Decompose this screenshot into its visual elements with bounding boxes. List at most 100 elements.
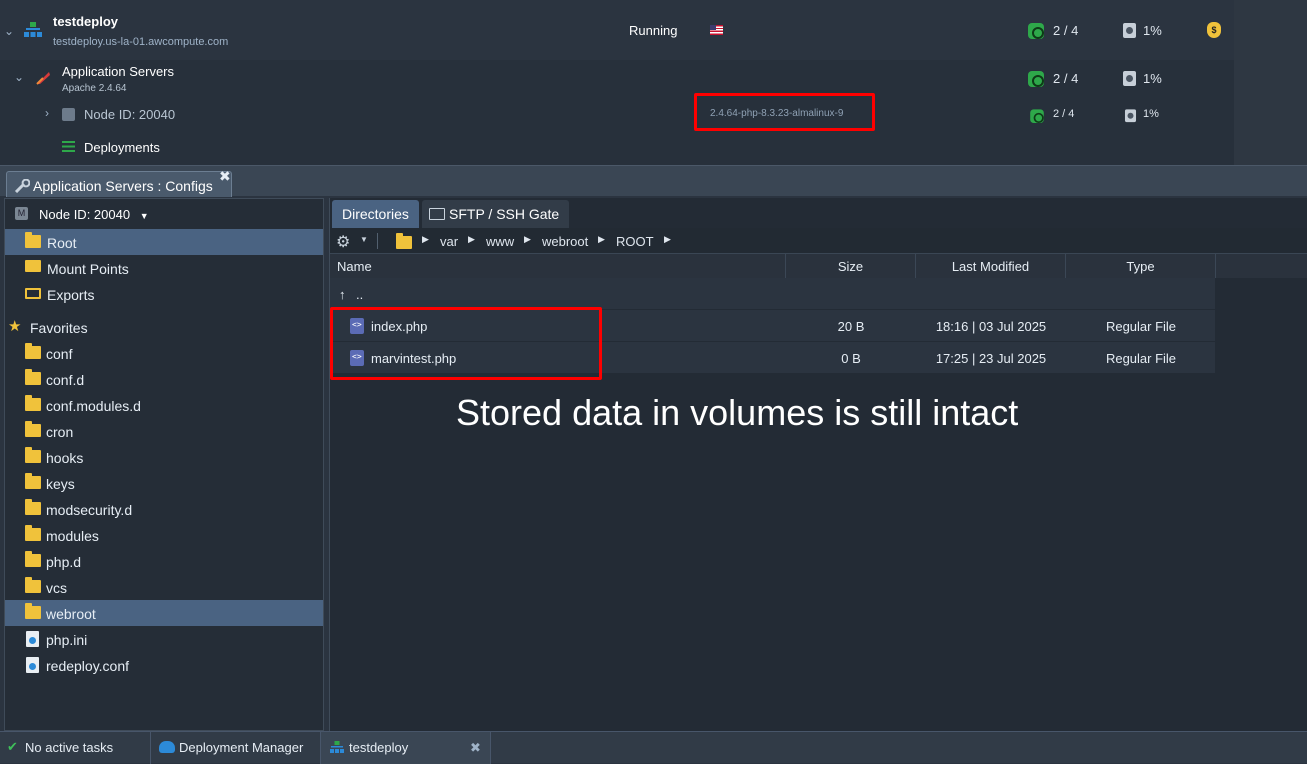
node-group-row[interactable]: ⌄ Application Servers Apache 2.4.64 2 / … xyxy=(0,60,1234,98)
folder-icon xyxy=(25,499,41,515)
cell-modified: 17:25 | 23 Jul 2025 xyxy=(935,351,1047,366)
tab-sftp-ssh-gate[interactable]: SFTP / SSH Gate xyxy=(422,200,570,228)
sidebar-item-exports[interactable]: Exports xyxy=(5,281,323,307)
breadcrumb: ⚙ ▼ ▶ var ▶ www ▶ webroot ▶ ROOT ▶ xyxy=(330,228,1307,254)
chevron-down-icon[interactable]: ⌄ xyxy=(14,70,24,84)
node-row[interactable]: › Node ID: 20040 2.4.64-php-8.3.23-almal… xyxy=(0,98,1234,132)
environment-domain[interactable]: testdeploy.us-la-01.awcompute.com xyxy=(53,36,228,48)
node-selector-label: Node ID: 20040 xyxy=(39,207,131,222)
sidebar-item-cron[interactable]: cron xyxy=(5,418,323,444)
tab-testdeploy-label: testdeploy xyxy=(349,740,409,755)
sidebar-item-label: conf xyxy=(46,346,73,362)
favorites-header[interactable]: ★ Favorites xyxy=(5,314,323,340)
environment-panel: ⌄ testdeploy testdeploy.us-la-01.awcompu… xyxy=(0,0,1307,165)
sidebar-item-label: conf.modules.d xyxy=(46,398,141,414)
group-version: Apache 2.4.64 xyxy=(62,83,127,94)
cloudlets-value: 2 / 4 xyxy=(1053,23,1079,38)
cell-size: 0 B xyxy=(841,351,861,366)
sidebar-item-modsecurity-d[interactable]: modsecurity.d xyxy=(5,496,323,522)
group-name[interactable]: Application Servers xyxy=(62,64,174,79)
crumb-var[interactable]: var xyxy=(440,234,458,249)
sidebar-item-hooks[interactable]: hooks xyxy=(5,444,323,470)
mount-icon xyxy=(25,260,41,272)
cloudlets-icon xyxy=(1028,71,1044,90)
tasks-label: No active tasks xyxy=(25,740,114,755)
sidebar-item-conf-modules-d[interactable]: conf.modules.d xyxy=(5,392,323,418)
column-name[interactable]: Name xyxy=(330,254,786,278)
config-sidebar: M Node ID: 20040 ▼ Root Mount Points Expor… xyxy=(4,198,324,731)
parent-label: .. xyxy=(356,287,364,302)
tasks-indicator[interactable]: ✔ No active tasks xyxy=(0,732,151,764)
sidebar-item-modules[interactable]: modules xyxy=(5,522,323,548)
highlight-box xyxy=(694,93,875,131)
status-bar: ✔ No active tasks Deployment Manager tes… xyxy=(0,731,1307,764)
cloudlets-value: 2 / 4 xyxy=(1053,71,1079,86)
node-label[interactable]: Node ID: 20040 xyxy=(84,107,175,122)
chevron-right-icon[interactable]: › xyxy=(45,106,49,120)
environment-icon xyxy=(330,741,344,754)
cloud-icon xyxy=(159,741,175,753)
tab-directories[interactable]: Directories xyxy=(332,200,419,228)
exports-icon xyxy=(25,288,41,299)
sidebar-item-keys[interactable]: keys xyxy=(5,470,323,496)
folder-icon xyxy=(25,577,41,593)
column-last-modified[interactable]: Last Modified xyxy=(916,254,1066,278)
config-file-icon xyxy=(26,631,39,647)
crumb-root[interactable]: ROOT xyxy=(616,234,654,249)
cloudlets-value: 2 / 4 xyxy=(1053,108,1075,120)
sidebar-item-label: keys xyxy=(46,476,75,492)
crumb-www[interactable]: www xyxy=(486,234,514,249)
close-icon[interactable]: ✖ xyxy=(470,740,481,756)
environment-row[interactable]: ⌄ testdeploy testdeploy.us-la-01.awcompu… xyxy=(0,0,1234,60)
sidebar-item-label: php.ini xyxy=(46,632,88,648)
divider xyxy=(377,233,378,249)
sidebar-item-label: cron xyxy=(46,424,74,440)
sidebar-item-webroot[interactable]: webroot xyxy=(5,600,323,626)
tab-configs[interactable]: Application Servers : Configs xyxy=(6,171,232,197)
deployment-manager-button[interactable]: Deployment Manager xyxy=(151,732,321,764)
cell-type: Regular File xyxy=(1105,319,1177,334)
sidebar-item-root[interactable]: Root xyxy=(5,229,323,255)
node-icon xyxy=(62,108,75,121)
column-type[interactable]: Type xyxy=(1066,254,1216,278)
caret-down-icon[interactable]: ▼ xyxy=(360,235,368,244)
deployments-label[interactable]: Deployments xyxy=(84,140,160,155)
sidebar-item-label: webroot xyxy=(46,606,96,622)
sidebar-item-label: modsecurity.d xyxy=(46,502,133,518)
parent-row[interactable]: ↑ .. xyxy=(330,278,1215,310)
highlight-box xyxy=(330,307,602,380)
column-size[interactable]: Size xyxy=(786,254,916,278)
sidebar-item-label: hooks xyxy=(46,450,84,466)
sidebar-item-conf[interactable]: conf xyxy=(5,340,323,366)
wrench-icon xyxy=(14,178,31,194)
billing-icon[interactable]: $ xyxy=(1207,22,1221,38)
cell-size: 20 B xyxy=(837,319,865,334)
chevron-down-icon[interactable]: ⌄ xyxy=(4,24,14,38)
environment-name[interactable]: testdeploy xyxy=(53,14,118,29)
folder-icon xyxy=(25,395,41,411)
deployments-row[interactable]: Deployments xyxy=(0,132,1234,163)
folder-icon xyxy=(25,232,41,248)
sidebar-item-mount-points[interactable]: Mount Points xyxy=(5,255,323,281)
node-m-icon: M xyxy=(15,207,28,220)
disk-icon xyxy=(1124,109,1137,124)
annotation-text: Stored data in volumes is still intact xyxy=(456,392,1019,433)
sidebar-item-redeploy-conf[interactable]: redeploy.conf xyxy=(5,652,323,678)
config-tab-bar: Application Servers : Configs ✖ xyxy=(0,165,1307,197)
sidebar-item-label: modules xyxy=(46,528,99,544)
crumb-arrow-icon: ▶ xyxy=(468,234,475,244)
node-selector[interactable]: M Node ID: 20040 ▼ xyxy=(5,199,323,229)
sidebar-item-conf-d[interactable]: conf.d xyxy=(5,366,323,392)
sidebar-item-vcs[interactable]: vcs xyxy=(5,574,323,600)
gear-icon[interactable]: ⚙ xyxy=(336,232,350,252)
crumb-webroot[interactable]: webroot xyxy=(542,234,588,249)
sidebar-item-php-d[interactable]: php.d xyxy=(5,548,323,574)
star-icon: ★ xyxy=(8,318,22,335)
check-icon: ✔ xyxy=(7,739,18,754)
crumb-arrow-icon: ▶ xyxy=(598,234,605,244)
tab-testdeploy[interactable]: testdeploy ✖ xyxy=(321,732,491,764)
disk-value: 1% xyxy=(1143,108,1159,120)
folder-icon xyxy=(25,603,41,619)
sidebar-item-php-ini[interactable]: php.ini xyxy=(5,626,323,652)
close-icon[interactable]: ✖ xyxy=(219,168,231,185)
